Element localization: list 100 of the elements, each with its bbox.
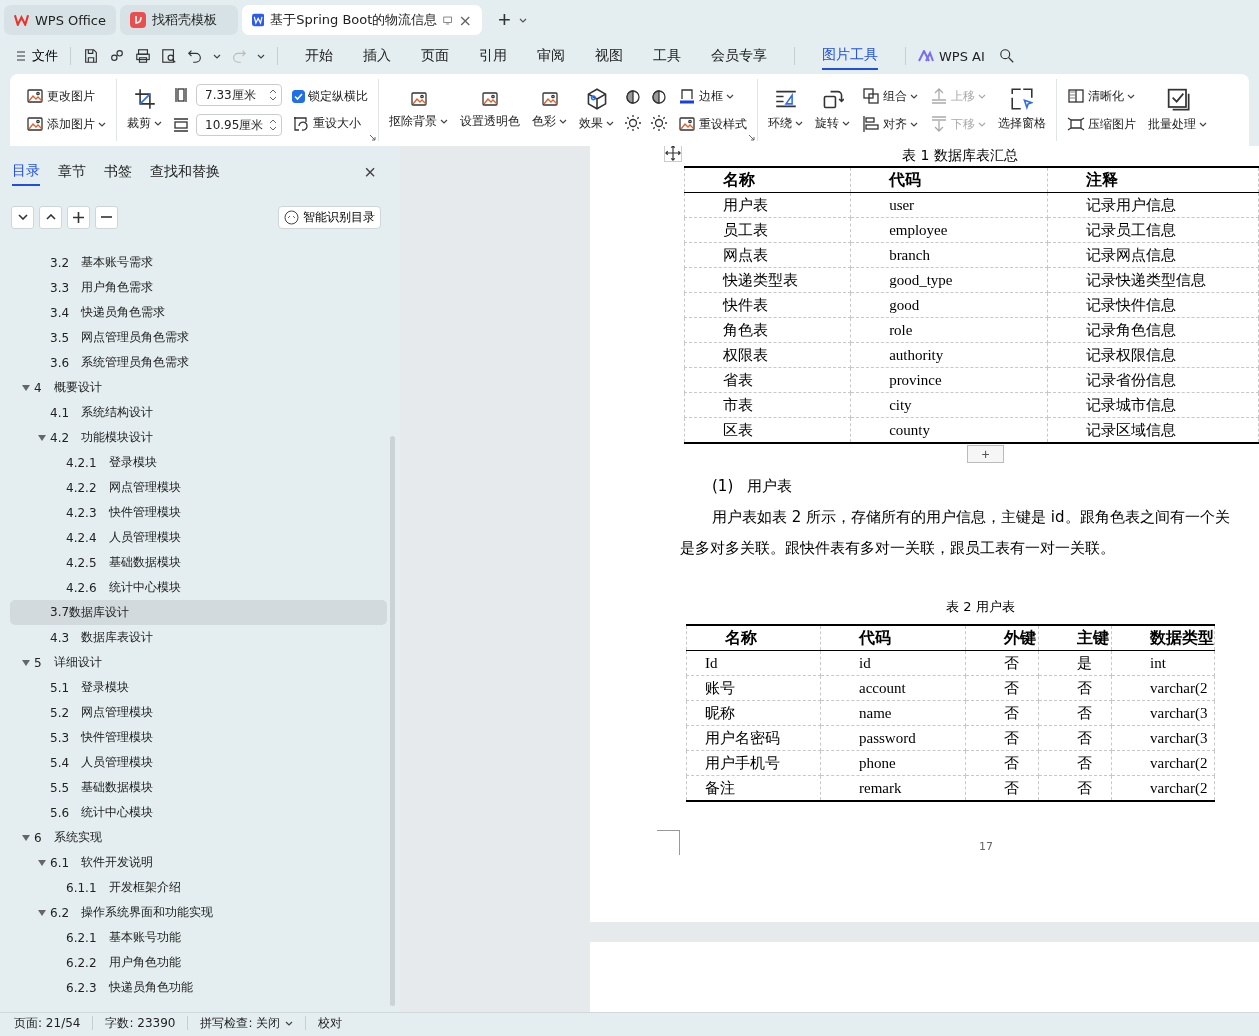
lock-ratio-checkbox[interactable]: 锁定纵横比 [290, 86, 370, 106]
add-button[interactable] [67, 205, 90, 229]
panel-tab[interactable]: 章节 [58, 159, 86, 185]
panel-tab[interactable]: 查找和替换 [150, 159, 220, 185]
toc-item[interactable]: 5.2 网点管理模块 [10, 700, 387, 725]
toc-item[interactable]: 6.2.3 快递员角色功能 [10, 975, 387, 1000]
scrollbar-thumb[interactable] [390, 436, 395, 1006]
wps-ai-button[interactable]: WPS AI [939, 48, 985, 64]
close-tab-button[interactable]: × [458, 10, 472, 30]
ribbon-button[interactable]: 设置透明色 [458, 90, 522, 130]
toc-item[interactable]: 3.3 用户角色需求 [10, 275, 387, 300]
table-cell: 记录快递类型信息 [1047, 267, 1259, 293]
toc-item[interactable]: 4.2.3 快件管理模块 [10, 500, 387, 525]
menu-tab[interactable]: 工具 [653, 43, 681, 69]
menu-tab[interactable]: 会员专享 [711, 43, 767, 69]
expanded-arrow-icon[interactable] [38, 908, 46, 917]
ribbon-button[interactable]: 更改图片 [24, 86, 108, 106]
ribbon-button[interactable]: 添加图片 [24, 114, 108, 134]
toc-item[interactable]: 4.2.4 人员管理模块 [10, 525, 387, 550]
panel-tab[interactable]: 目录 [12, 158, 40, 186]
caret-icon [1199, 122, 1207, 127]
menu-tab[interactable]: 引用 [479, 43, 507, 69]
expand-button[interactable] [11, 205, 34, 229]
expanded-arrow-icon[interactable] [38, 858, 46, 867]
menu-tab[interactable]: 开始 [305, 43, 333, 69]
toc-item[interactable]: 4.1 系统结构设计 [10, 400, 387, 425]
toc-item[interactable]: 6.2.2 用户角色功能 [10, 950, 387, 975]
toc-item[interactable]: 5.4 人员管理模块 [10, 750, 387, 775]
ribbon-button[interactable]: 对齐 [860, 114, 920, 134]
ribbon-button[interactable]: 效果 [577, 88, 616, 132]
add-row-button[interactable]: + [967, 445, 1004, 463]
panel-tab[interactable]: 书签 [104, 159, 132, 185]
menu-tab[interactable]: 插入 [363, 43, 391, 69]
caret-icon [559, 119, 567, 124]
ribbon-button[interactable]: 选择窗格 [996, 88, 1048, 132]
spin-arrows-icon[interactable] [269, 88, 277, 102]
ribbon-button[interactable]: 色彩 [530, 90, 569, 130]
toc-item[interactable]: 3.2 基本账号需求 [10, 250, 387, 275]
ribbon-button[interactable]: 边框 [676, 86, 749, 106]
status-item[interactable]: 页面: 21/54 [14, 1014, 81, 1032]
toc-item[interactable]: 6.1 软件开发说明 [10, 850, 387, 875]
expanded-arrow-icon[interactable] [22, 658, 30, 667]
expanded-arrow-icon[interactable] [22, 833, 30, 842]
toc-item[interactable]: 4 概要设计 [10, 375, 387, 400]
spin-arrows-icon[interactable] [269, 118, 277, 132]
collapse-button[interactable] [39, 205, 62, 229]
toc-item[interactable]: 5.5 基础数据模块 [10, 775, 387, 800]
ribbon-button[interactable]: 旋转 [813, 88, 852, 132]
size-field[interactable]: 7.33厘米 [196, 84, 282, 106]
status-item[interactable]: 校对 [318, 1014, 343, 1032]
ribbon-button[interactable]: 重设样式 [676, 114, 749, 134]
toc-item[interactable]: 5.6 统计中心模块 [10, 800, 387, 825]
app-tab[interactable]: 找稻壳模板 [120, 5, 238, 35]
toc-item[interactable]: 3.5 网点管理员角色需求 [10, 325, 387, 350]
toc-item[interactable]: 4.2.6 统计中心模块 [10, 575, 387, 600]
toc-item[interactable]: 6.1.1 开发框架介绍 [10, 875, 387, 900]
new-tab-button[interactable]: + [494, 7, 515, 33]
table-cell: account [820, 675, 966, 701]
ribbon-button[interactable]: 组合 [860, 86, 920, 106]
expanded-arrow-icon[interactable] [38, 433, 46, 442]
menu-tab[interactable]: 审阅 [537, 43, 565, 69]
smart-toc-button[interactable]: 智能识别目录 [278, 205, 381, 229]
menu-tab[interactable]: 图片工具 [822, 42, 878, 70]
app-tab[interactable]: 基于Spring Boot的物流信息 × [242, 5, 482, 35]
ribbon-button[interactable]: 抠除背景 [387, 90, 450, 130]
toc-item[interactable]: 3.4 快递员角色需求 [10, 300, 387, 325]
column-header: 数据类型 [1111, 625, 1215, 651]
app-tab[interactable]: WPS Office [4, 5, 116, 35]
expanded-arrow-icon[interactable] [22, 383, 30, 392]
ribbon-button[interactable]: 批量处理 [1146, 87, 1209, 133]
toc-item[interactable]: 6.2 操作系统界面和功能实现 [10, 900, 387, 925]
dialog-launcher-icon[interactable] [748, 134, 755, 141]
remove-button[interactable] [95, 205, 118, 229]
table-cell: 权限表 [684, 342, 851, 368]
ribbon-button[interactable]: 压缩图片 [1065, 114, 1138, 134]
menu-tab[interactable]: 视图 [595, 43, 623, 69]
toc-item[interactable]: 4.2 功能模块设计 [10, 425, 387, 450]
menu-tab[interactable]: 页面 [421, 43, 449, 69]
toc-item[interactable]: 5 详细设计 [10, 650, 387, 675]
toc-item[interactable]: 4.3 数据库表设计 [10, 625, 387, 650]
toc-item[interactable]: 6.2.1 基本账号功能 [10, 925, 387, 950]
ribbon-button[interactable]: 清晰化 [1065, 86, 1138, 106]
toc-item[interactable]: 4.2.5 基础数据模块 [10, 550, 387, 575]
table-move-handle[interactable] [664, 146, 682, 162]
file-menu[interactable]: 文件 [16, 47, 58, 65]
toc-item[interactable]: 4.2.1 登录模块 [10, 450, 387, 475]
ribbon-button[interactable]: 裁剪 [125, 88, 164, 132]
toc-item[interactable]: 6 系统实现 [10, 825, 387, 850]
toc-item[interactable]: 3.6 系统管理员角色需求 [10, 350, 387, 375]
ribbon-button[interactable]: 环绕 [766, 88, 805, 132]
status-item[interactable]: 拼写检查: 关闭 [200, 1014, 294, 1032]
toc-item[interactable]: 5.3 快件管理模块 [10, 725, 387, 750]
status-item[interactable]: 字数: 23390 [105, 1014, 176, 1032]
toc-item[interactable]: 5.1 登录模块 [10, 675, 387, 700]
dialog-launcher-icon[interactable] [369, 134, 376, 141]
toc-item[interactable]: 4.2.2 网点管理模块 [10, 475, 387, 500]
ribbon-button[interactable]: 重设大小 [290, 113, 370, 134]
close-button[interactable]: × [360, 160, 380, 184]
size-field[interactable]: 10.95厘米 [196, 114, 282, 136]
toc-item[interactable]: 3.7数据库设计 [10, 600, 387, 625]
